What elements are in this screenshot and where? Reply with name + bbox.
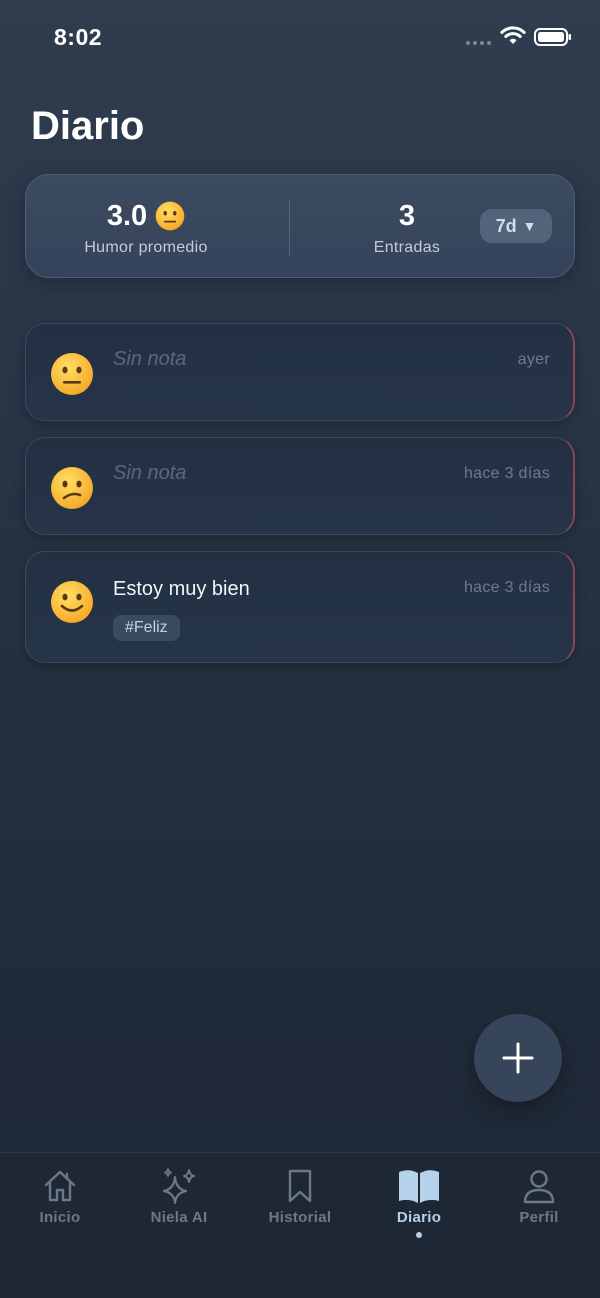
range-selector-label: 7d [495, 215, 517, 236]
plus-icon [502, 1042, 534, 1074]
entries-count-label: Entradas [373, 239, 441, 256]
tab-label: Perfil [519, 1209, 559, 1226]
sparkles-icon [162, 1168, 195, 1205]
range-selector-button[interactable]: 7d ▼ [480, 209, 552, 243]
entries-count-stat: 3 Entradas [312, 197, 502, 257]
active-tab-indicator [416, 1232, 422, 1238]
neutral-face-icon [51, 353, 93, 395]
journal-entry-card[interactable]: Estoy muy bien hace 3 días #Feliz [25, 551, 575, 663]
neutral-face-icon [155, 201, 185, 231]
journal-entry-card[interactable]: Sin nota hace 3 días [25, 437, 575, 535]
person-icon [523, 1170, 555, 1204]
tab-niela-ai[interactable]: Niela AI [119, 1167, 239, 1226]
tab-label: Diario [396, 1209, 442, 1226]
battery-icon [534, 28, 571, 46]
tab-perfil[interactable]: Perfil [479, 1167, 599, 1226]
average-mood-value: 3.0 [106, 199, 148, 232]
status-time: 8:02 [54, 24, 103, 50]
caret-down-icon: ▼ [522, 218, 537, 234]
stats-divider [289, 199, 290, 255]
slightly-smiling-face-icon [51, 581, 93, 623]
confused-face-icon [51, 467, 93, 509]
book-icon [399, 1170, 439, 1203]
entry-note: Estoy muy bien [113, 578, 250, 600]
average-mood-stat: 3.0 Humor promedio [66, 197, 226, 257]
entry-note: Sin nota [113, 348, 187, 370]
page-title: Diario [31, 104, 145, 148]
bookmark-icon [288, 1169, 312, 1203]
home-icon [44, 1170, 76, 1202]
tab-label: Historial [268, 1209, 332, 1226]
status-bar: 8:02 [0, 0, 600, 80]
entries-count-value: 3 [398, 199, 416, 232]
tab-label: Inicio [39, 1209, 81, 1226]
add-entry-button[interactable] [474, 1014, 562, 1102]
entry-date: hace 3 días [463, 579, 550, 596]
bottom-tab-bar: Inicio Niela AI Historial Diario Perfil [0, 1152, 600, 1298]
tab-label: Niela AI [150, 1209, 208, 1226]
entry-tag[interactable]: #Feliz [113, 615, 180, 641]
journal-entry-card[interactable]: Sin nota ayer [25, 323, 575, 421]
entry-note: Sin nota [113, 462, 187, 484]
wifi-icon [500, 26, 526, 44]
entry-date: ayer [517, 351, 550, 368]
average-mood-label: Humor promedio [84, 239, 208, 256]
tab-diario[interactable]: Diario [359, 1167, 479, 1238]
cellular-signal-icon [466, 41, 491, 45]
tab-inicio[interactable]: Inicio [0, 1167, 120, 1226]
tab-historial[interactable]: Historial [240, 1167, 360, 1226]
entry-date: hace 3 días [463, 465, 550, 482]
